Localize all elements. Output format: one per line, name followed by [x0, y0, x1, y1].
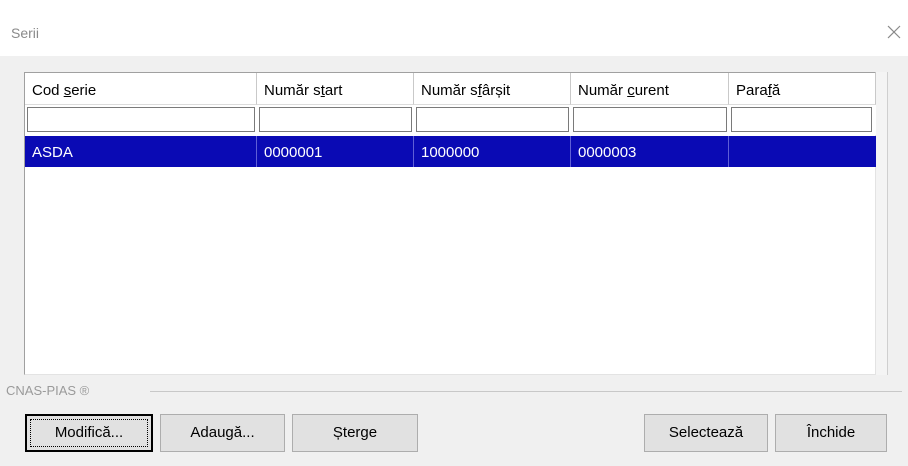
cell-numar-start: 0000001 [257, 136, 414, 167]
filter-cod-serie-input[interactable] [27, 107, 255, 132]
window-title: Serii [11, 25, 40, 41]
vertical-scrollbar[interactable] [876, 72, 888, 375]
delete-button[interactable]: Șterge [292, 414, 418, 452]
select-button[interactable]: Selectează [644, 414, 768, 452]
delete-button-label: Șterge [332, 424, 378, 441]
series-table[interactable]: Cod serie Număr start Număr sfârșit Numă… [24, 72, 876, 375]
title-bar: Serii [0, 0, 908, 56]
cell-numar-curent: 0000003 [571, 136, 729, 167]
column-header-parafa[interactable]: Parafă [729, 73, 876, 105]
column-header-numar-start[interactable]: Număr start [257, 73, 414, 105]
filter-row [25, 105, 876, 135]
column-header-label: Număr start [264, 82, 343, 99]
column-header-cod-serie[interactable]: Cod serie [25, 73, 257, 105]
select-button-label: Selectează [668, 424, 744, 441]
column-header-label: Parafă [736, 82, 781, 99]
cell-numar-sfarsit: 1000000 [414, 136, 571, 167]
modify-button[interactable]: Modifică... [25, 414, 153, 452]
column-header-numar-curent[interactable]: Număr curent [571, 73, 729, 105]
group-divider [150, 391, 902, 392]
column-header-label: Cod serie [32, 82, 97, 99]
add-button-label: Adaugă... [190, 424, 255, 441]
column-header-label: Număr curent [578, 82, 669, 99]
close-button[interactable]: Închide [775, 414, 887, 452]
cell-cod-serie: ASDA [25, 136, 257, 167]
filter-numar-curent-input[interactable] [573, 107, 727, 132]
table-header: Cod serie Număr start Număr sfârșit Numă… [25, 73, 876, 105]
filter-numar-start-input[interactable] [259, 107, 412, 132]
filter-parafa-input[interactable] [731, 107, 872, 132]
close-icon[interactable] [886, 24, 902, 40]
close-button-label: Închide [806, 424, 856, 441]
focus-rectangle [30, 419, 148, 447]
column-header-label: Număr sfârșit [421, 82, 511, 99]
add-button[interactable]: Adaugă... [160, 414, 285, 452]
group-label: CNAS-PIAS ® [6, 383, 90, 398]
table-row[interactable]: ASDA 0000001 1000000 0000003 [25, 136, 876, 167]
filter-numar-sfarsit-input[interactable] [416, 107, 569, 132]
column-header-numar-sfarsit[interactable]: Număr sfârșit [414, 73, 571, 105]
cell-parafa [729, 136, 876, 167]
